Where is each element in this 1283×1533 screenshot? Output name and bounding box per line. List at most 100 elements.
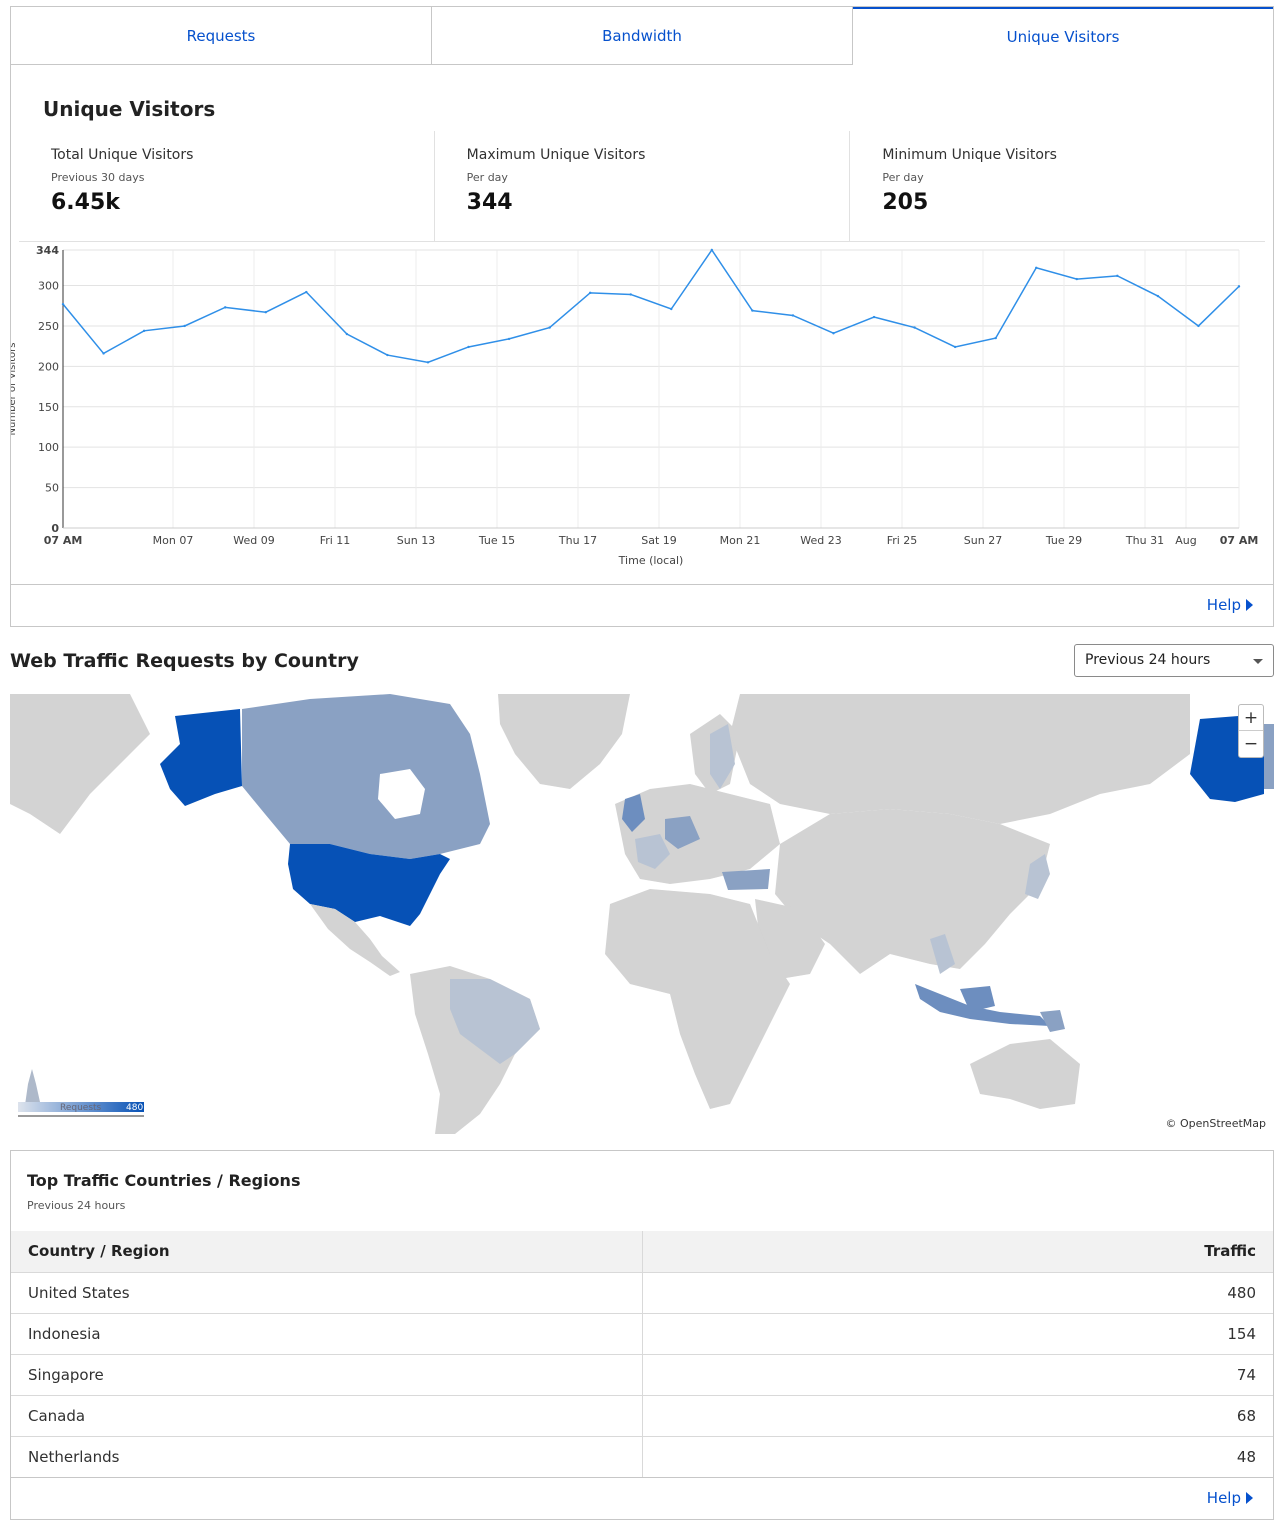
data-point xyxy=(507,337,511,341)
cell-traffic: 154 xyxy=(642,1313,1273,1355)
map-australia xyxy=(970,1039,1080,1109)
y-tick-label: 100 xyxy=(38,441,59,454)
stat-label: Minimum Unique Visitors xyxy=(882,147,1057,163)
data-point xyxy=(305,290,308,294)
stat-value: 6.45k xyxy=(51,190,120,215)
map-attribution[interactable]: © OpenStreetMap xyxy=(1163,1117,1268,1130)
x-tick-label: Fri 11 xyxy=(320,534,351,547)
stat-value: 344 xyxy=(466,190,513,215)
stat-label: Total Unique Visitors xyxy=(51,147,194,163)
x-tick-label: Thu 31 xyxy=(1125,534,1164,547)
x-tick-label: Fri 25 xyxy=(887,534,918,547)
table-row: Netherlands 48 xyxy=(11,1436,1273,1478)
x-tick-label: Sat 19 xyxy=(641,534,677,547)
table-header-row: Country / Region Traffic xyxy=(11,1231,1273,1273)
cell-country: Indonesia xyxy=(11,1313,643,1355)
data-point xyxy=(832,332,835,335)
y-tick-label: 250 xyxy=(38,320,59,333)
card-footer: Help xyxy=(11,584,1273,626)
map-turkey xyxy=(722,869,770,890)
data-point xyxy=(345,332,349,336)
data-point xyxy=(183,324,186,328)
data-point xyxy=(61,302,65,306)
metric-tabs: Requests Bandwidth Unique Visitors xyxy=(11,7,1273,65)
x-tick-label: Tue 15 xyxy=(478,534,515,547)
zoom-in-button[interactable]: + xyxy=(1239,705,1263,731)
data-point xyxy=(994,336,997,340)
visitors-line-chart: 0 50 100 150 200 250 300 344 07 AM Mon 07 Wed 09 Fr… xyxy=(7,242,1273,577)
help-link[interactable]: Help xyxy=(1207,596,1253,614)
data-point xyxy=(467,345,470,349)
cell-traffic: 48 xyxy=(642,1436,1273,1478)
stat-sublabel: Per day xyxy=(882,171,924,184)
help-label: Help xyxy=(1206,1489,1241,1507)
legend-max: 480 xyxy=(126,1103,143,1113)
data-point xyxy=(913,326,916,329)
top-countries-subtitle: Previous 24 hours xyxy=(27,1199,126,1212)
data-point xyxy=(1237,285,1241,288)
tab-requests[interactable]: Requests xyxy=(11,7,432,65)
data-point xyxy=(224,306,227,309)
chart-svg: 05010015020025030034407 AM Mon 07 Wed 09 Fr… xyxy=(7,244,1259,567)
data-point xyxy=(426,361,430,364)
top-countries-table: Country / Region Traffic United States 4… xyxy=(11,1231,1273,1478)
zoom-out-button[interactable]: − xyxy=(1239,731,1263,757)
data-point xyxy=(386,353,389,357)
data-point xyxy=(1156,294,1160,298)
y-tick-label: 150 xyxy=(38,401,59,414)
x-tick-label: Tue 29 xyxy=(1045,534,1082,547)
data-point xyxy=(670,307,673,311)
map-canada-right xyxy=(1264,724,1274,789)
help-link[interactable]: Help xyxy=(1207,1489,1253,1507)
column-header-traffic[interactable]: Traffic xyxy=(642,1231,1273,1273)
data-point xyxy=(548,326,551,329)
stat-value: 205 xyxy=(882,190,929,215)
zoom-controls: + − xyxy=(1238,704,1264,758)
top-countries-title: Top Traffic Countries / Regions xyxy=(27,1171,301,1190)
y-axis-label: Number of Visitors xyxy=(11,343,18,436)
stat-min-visitors: Minimum Unique Visitors Per day 205 xyxy=(850,131,1265,241)
tab-unique-visitors[interactable]: Unique Visitors xyxy=(853,7,1273,65)
table-row: Indonesia 154 xyxy=(11,1313,1273,1355)
map-alaska-left xyxy=(160,709,242,806)
x-tick-label: Wed 09 xyxy=(233,534,274,547)
time-range-select[interactable]: Previous 24 hours xyxy=(1074,644,1274,677)
section-title: Unique Visitors xyxy=(43,97,216,121)
data-point xyxy=(710,248,714,252)
x-tick-label: Sun 13 xyxy=(397,534,435,547)
data-point xyxy=(629,293,632,296)
x-tick-label: 07 AM xyxy=(1220,534,1259,547)
data-point xyxy=(872,315,876,319)
help-label: Help xyxy=(1206,596,1241,614)
stat-sublabel: Previous 30 days xyxy=(51,171,145,184)
x-tick-label: Sun 27 xyxy=(964,534,1002,547)
table-row: Canada 68 xyxy=(11,1395,1273,1437)
caret-right-icon xyxy=(1246,599,1253,611)
map-russia xyxy=(730,694,1190,824)
top-countries-card: Top Traffic Countries / Regions Previous… xyxy=(10,1150,1274,1520)
map-canada xyxy=(242,694,490,859)
table-row: United States 480 xyxy=(11,1272,1273,1314)
x-axis-label: Time (local) xyxy=(618,554,684,567)
tab-bandwidth[interactable]: Bandwidth xyxy=(432,7,853,65)
y-tick-label: 300 xyxy=(38,280,59,293)
map-greenland xyxy=(498,694,630,789)
data-point xyxy=(751,309,754,312)
x-tick-label: Mon 21 xyxy=(720,534,761,547)
map-svg xyxy=(10,694,1274,1134)
data-point xyxy=(1116,274,1119,278)
data-point xyxy=(102,352,105,355)
x-tick-label: 07 AM xyxy=(44,534,83,547)
x-tick-label: Aug xyxy=(1175,534,1196,547)
stat-label: Maximum Unique Visitors xyxy=(466,147,646,163)
stat-max-visitors: Maximum Unique Visitors Per day 344 xyxy=(435,131,851,241)
legend-label: Requests xyxy=(60,1103,102,1113)
world-traffic-map[interactable]: + − Requests 480 © OpenStreetMap xyxy=(10,694,1274,1134)
data-point xyxy=(953,345,957,349)
cell-traffic: 480 xyxy=(642,1272,1273,1314)
map-siberia-left xyxy=(10,694,150,834)
data-point xyxy=(264,311,267,314)
y-tick-label: 344 xyxy=(36,244,59,257)
chevron-down-icon xyxy=(1253,659,1263,664)
column-header-country[interactable]: Country / Region xyxy=(11,1231,643,1273)
